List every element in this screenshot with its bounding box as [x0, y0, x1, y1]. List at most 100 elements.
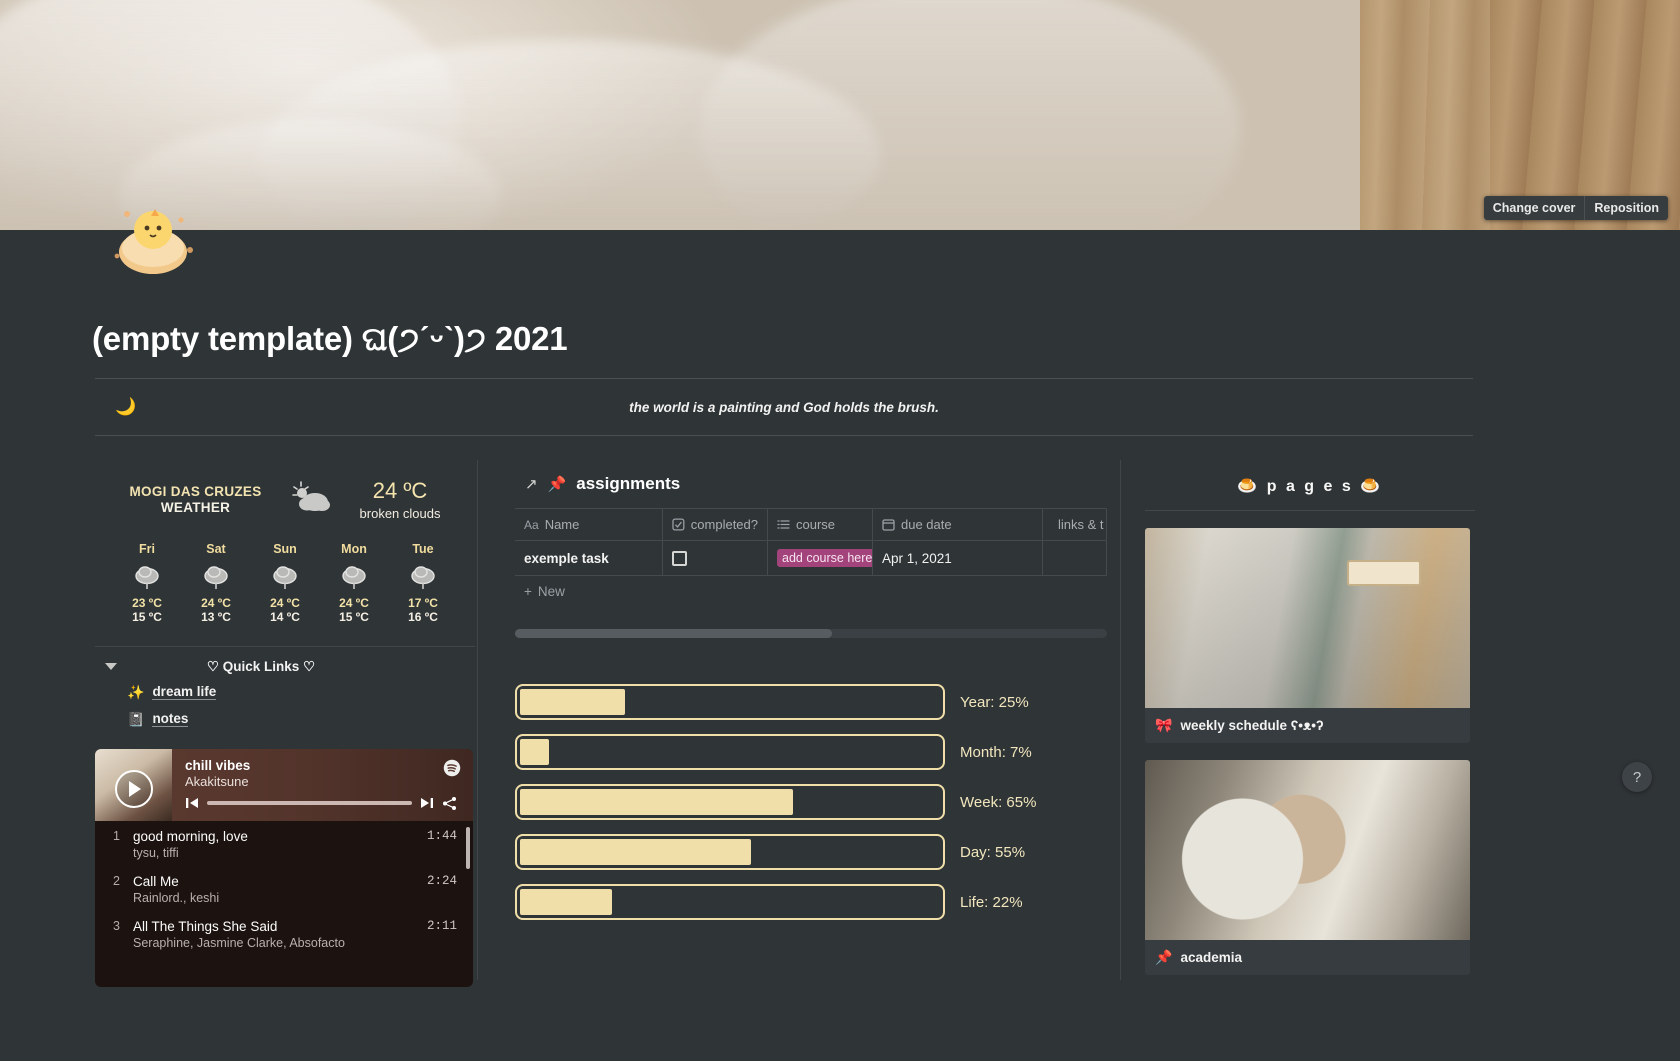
middle-column: ↗ 📌 assignments Aa Name completed? cours… — [515, 460, 1115, 934]
forecast-low: 15 ºC — [339, 609, 369, 624]
sparkles-icon: ✨ — [127, 683, 145, 700]
play-button[interactable] — [114, 770, 153, 809]
checkbox-type-icon — [672, 518, 685, 531]
progress-track[interactable] — [515, 834, 945, 870]
list-item[interactable]: 1 good morning, love tysu, tiffi 1:44 — [95, 821, 473, 866]
plus-icon: + — [524, 584, 532, 599]
page-card-weekly-schedule[interactable]: 🎀 weekly schedule ʕ•ᴥ•ʔ — [1145, 528, 1470, 743]
list-item[interactable]: 3 All The Things She Said Seraphine, Jas… — [95, 911, 473, 956]
forecast-high: 24 ºC — [270, 595, 300, 610]
scrollbar-thumb[interactable] — [515, 629, 832, 638]
cloud-icon — [117, 564, 177, 590]
progress-slider[interactable] — [207, 801, 412, 806]
pushpin-icon: 📌 — [547, 476, 567, 493]
progress-track[interactable] — [515, 684, 945, 720]
track-title: good morning, love — [133, 828, 248, 844]
forecast-day: Fri 23 ºC 15 ºC — [117, 542, 177, 624]
column-header-name[interactable]: Aa Name — [515, 509, 663, 540]
next-track-icon[interactable] — [420, 796, 434, 810]
page-icon[interactable] — [105, 190, 205, 285]
list-item[interactable]: 2 Call Me Rainlord., keshi 2:24 — [95, 866, 473, 911]
forecast-high: 23 ºC — [132, 595, 162, 610]
column-header-due-date[interactable]: due date — [873, 509, 1043, 540]
page-card-label: weekly schedule ʕ•ᴥ•ʔ — [1180, 718, 1324, 733]
forecast-high: 24 ºC — [339, 595, 369, 610]
column-label: completed? — [690, 517, 758, 532]
forecast-day: Sat 24 ºC 13 ºC — [186, 542, 246, 624]
playlist-cover-art — [95, 748, 172, 821]
progress-row-week: Week: 65% — [515, 784, 1115, 820]
forecast-day: Sun 24 ºC 14 ºC — [255, 542, 315, 624]
page-title[interactable]: (empty template) ଘ(੭ˊᵕˋ)੭ 2021 — [92, 320, 568, 359]
progress-row-year: Year: 25% — [515, 684, 1115, 720]
forecast-day-name: Sun — [273, 541, 297, 556]
assignments-title: assignments — [576, 474, 681, 493]
share-icon[interactable] — [442, 796, 457, 811]
moon-icon: 🌙 — [115, 397, 137, 416]
quick-link-dream-life[interactable]: ✨ dream life — [95, 679, 475, 706]
due-date-value: Apr 1, 2021 — [882, 550, 952, 566]
cell-course[interactable]: add course here — [768, 541, 873, 575]
cell-due-date[interactable]: Apr 1, 2021 — [873, 541, 1043, 575]
forecast-low: 16 ºC — [408, 609, 438, 624]
track-number: 3 — [113, 918, 120, 933]
quick-link-notes[interactable]: 📓 notes — [95, 706, 475, 733]
assignments-header[interactable]: ↗ 📌 assignments — [515, 460, 1115, 508]
progress-row-month: Month: 7% — [515, 734, 1115, 770]
progress-bars: Year: 25% Month: 7% Week: 65% Day: 55% L… — [515, 684, 1115, 920]
forecast-day-name: Tue — [412, 541, 434, 556]
track-list[interactable]: 1 good morning, love tysu, tiffi 1:44 2 … — [95, 821, 473, 987]
quote-text: the world is a painting and God holds th… — [629, 399, 939, 415]
help-button[interactable]: ? — [1622, 762, 1652, 792]
cover-toolbar[interactable]: Change cover Reposition — [1483, 196, 1668, 220]
column-header-course[interactable]: course — [768, 509, 873, 540]
spotify-player[interactable]: chill vibes Akakitsune 1 good morning, l… — [95, 748, 473, 987]
table-horizontal-scrollbar[interactable] — [515, 629, 1107, 638]
playback-controls[interactable] — [185, 796, 461, 811]
quick-links-header: ♡ Quick Links ♡ — [95, 647, 475, 679]
forecast-day-name: Sat — [206, 541, 226, 556]
track-list-scrollbar[interactable] — [466, 826, 470, 869]
weather-forecast: Fri 23 ºC 15 ºC Sat 24 ºC 13 ºC Sun 24 º… — [95, 522, 475, 624]
completed-checkbox[interactable] — [672, 550, 687, 566]
table-row[interactable]: exemple task add course here Apr 1, 2021 — [515, 541, 1107, 576]
track-title: Call Me — [133, 873, 179, 889]
spotify-logo-icon — [443, 759, 461, 777]
column-header-completed[interactable]: completed? — [663, 509, 768, 540]
cell-name[interactable]: exemple task — [515, 541, 663, 575]
cloud-icon — [324, 564, 384, 590]
add-new-row-button[interactable]: + New — [515, 576, 1107, 607]
track-duration: 1:44 — [426, 828, 457, 843]
page-card-thumbnail — [1145, 528, 1470, 708]
assignments-table[interactable]: Aa Name completed? course due date links… — [515, 508, 1107, 607]
cell-completed[interactable] — [663, 541, 768, 575]
column-header-links[interactable]: links & t — [1043, 509, 1107, 540]
progress-row-day: Day: 55% — [515, 834, 1115, 870]
status-badge: add course here — [777, 549, 872, 567]
forecast-day-name: Fri — [139, 541, 155, 556]
forecast-low: 15 ºC — [132, 609, 162, 624]
forecast-day-name: Mon — [341, 541, 367, 556]
progress-label: Year: 25% — [960, 693, 1029, 711]
reposition-button[interactable]: Reposition — [1584, 196, 1668, 220]
progress-track[interactable] — [515, 884, 945, 920]
track-duration: 2:11 — [426, 918, 457, 933]
open-link-icon[interactable]: ↗ — [525, 475, 538, 493]
chevron-down-icon[interactable] — [105, 663, 117, 671]
sun-behind-cloud-icon — [288, 479, 334, 520]
cloud-icon — [255, 564, 315, 590]
weather-widget: MOGI DAS CRUZES WEATHER 24 ºC broken clo… — [95, 460, 475, 624]
column-label: links & t — [1058, 517, 1104, 532]
progress-label: Day: 55% — [960, 843, 1026, 861]
notebook-icon: 📓 — [127, 710, 145, 727]
progress-track[interactable] — [515, 784, 945, 820]
previous-track-icon[interactable] — [185, 796, 199, 810]
playlist-owner: Akakitsune — [185, 773, 249, 789]
cell-links[interactable] — [1043, 541, 1107, 575]
change-cover-button[interactable]: Change cover — [1483, 196, 1585, 220]
progress-track[interactable] — [515, 734, 945, 770]
column-divider-left — [477, 460, 478, 980]
current-condition: broken clouds — [359, 506, 441, 522]
page-card-academia[interactable]: 📌 academia — [1145, 760, 1470, 975]
weather-city: MOGI DAS CRUZES WEATHER — [130, 484, 262, 516]
